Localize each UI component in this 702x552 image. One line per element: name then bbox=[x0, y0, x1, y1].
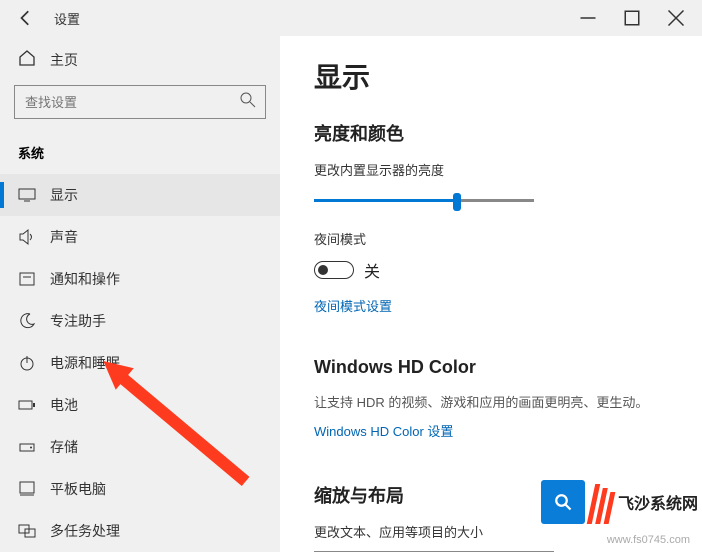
home-icon bbox=[18, 49, 36, 70]
search-field[interactable] bbox=[15, 95, 231, 110]
main-content: 显示 亮度和颜色 更改内置显示器的亮度 夜间模式 关 夜间模式设置 Window… bbox=[280, 36, 702, 552]
hdr-link[interactable]: Windows HD Color 设置 bbox=[314, 421, 453, 440]
notification-icon bbox=[18, 270, 36, 288]
close-icon bbox=[667, 9, 685, 27]
slider-thumb[interactable] bbox=[453, 193, 461, 211]
nav-label: 平板电脑 bbox=[50, 479, 106, 499]
multitask-icon bbox=[18, 522, 36, 540]
nightlight-toggle[interactable] bbox=[314, 261, 354, 279]
nav-sound[interactable]: 声音 bbox=[0, 216, 280, 258]
nav-list: 显示 声音 通知和操作 专注助手 电源和睡眠 电池 存储 平板电脑 多任务处理 bbox=[0, 174, 280, 552]
arrow-left-icon bbox=[17, 9, 35, 27]
close-button[interactable] bbox=[654, 0, 698, 36]
nav-storage[interactable]: 存储 bbox=[0, 426, 280, 468]
search-icon bbox=[231, 91, 265, 114]
brand-text: 飞沙系统网 bbox=[618, 490, 698, 514]
nav-focus[interactable]: 专注助手 bbox=[0, 300, 280, 342]
nightlight-settings-link[interactable]: 夜间模式设置 bbox=[314, 296, 392, 315]
nav-label: 存储 bbox=[50, 437, 78, 457]
back-button[interactable] bbox=[4, 0, 48, 36]
nav-power[interactable]: 电源和睡眠 bbox=[0, 342, 280, 384]
speaker-icon bbox=[18, 228, 36, 246]
moon-icon bbox=[18, 312, 36, 330]
section-label: 系统 bbox=[0, 129, 280, 174]
minimize-icon bbox=[579, 9, 597, 27]
minimize-button[interactable] bbox=[566, 0, 610, 36]
search-input[interactable] bbox=[14, 85, 266, 119]
nav-multitask[interactable]: 多任务处理 bbox=[0, 510, 280, 552]
storage-icon bbox=[18, 438, 36, 456]
brightness-label: 更改内置显示器的亮度 bbox=[314, 160, 668, 179]
nav-label: 多任务处理 bbox=[50, 521, 120, 541]
page-title: 显示 bbox=[314, 56, 668, 96]
maximize-icon bbox=[623, 9, 641, 27]
nav-display[interactable]: 显示 bbox=[0, 174, 280, 216]
nav-label: 通知和操作 bbox=[50, 269, 120, 289]
nightlight-label: 夜间模式 bbox=[314, 229, 668, 248]
magnifier-icon bbox=[541, 480, 585, 524]
watermark-url: www.fs0745.com bbox=[607, 534, 690, 546]
toggle-knob bbox=[318, 265, 328, 275]
window-title: 设置 bbox=[54, 9, 80, 28]
titlebar: 设置 bbox=[0, 0, 702, 36]
brightness-heading: 亮度和颜色 bbox=[314, 120, 668, 146]
tablet-icon bbox=[18, 480, 36, 498]
nav-label: 电池 bbox=[50, 395, 78, 415]
home-label: 主页 bbox=[50, 50, 78, 70]
brightness-slider[interactable] bbox=[314, 189, 534, 213]
hdr-heading: Windows HD Color bbox=[314, 357, 668, 378]
brand-logo: 飞沙系统网 bbox=[541, 480, 698, 524]
home-link[interactable]: 主页 bbox=[0, 44, 280, 75]
nav-notifications[interactable]: 通知和操作 bbox=[0, 258, 280, 300]
power-icon bbox=[18, 354, 36, 372]
maximize-button[interactable] bbox=[610, 0, 654, 36]
hdr-desc: 让支持 HDR 的视频、游戏和应用的画面更明亮、更生动。 bbox=[314, 392, 668, 411]
brand-stripes bbox=[591, 480, 612, 524]
nav-label: 声音 bbox=[50, 227, 78, 247]
nav-label: 专注助手 bbox=[50, 311, 106, 331]
nightlight-state: 关 bbox=[364, 258, 380, 282]
slider-fill bbox=[314, 199, 457, 202]
nav-label: 显示 bbox=[50, 185, 78, 205]
monitor-icon bbox=[18, 186, 36, 204]
battery-icon bbox=[18, 396, 36, 414]
